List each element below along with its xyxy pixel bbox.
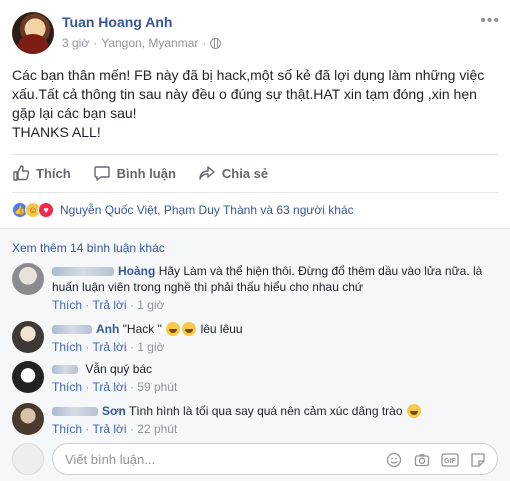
post-time[interactable]: 3 giờ xyxy=(62,36,89,50)
meta-separator: · xyxy=(202,36,207,50)
like-label: Thích xyxy=(36,165,71,181)
share-label: Chia sẻ xyxy=(221,165,269,181)
comment-input[interactable]: Viết bình luận... GIF xyxy=(52,443,498,475)
comment-label: Bình luận xyxy=(116,165,176,181)
meta-separator: · xyxy=(93,36,98,50)
comment-reply-link[interactable]: Trả lời xyxy=(92,422,126,436)
comment-actions: Thích · Trả lời · 59 phút xyxy=(52,379,498,395)
comment-time[interactable]: 1 giờ xyxy=(137,298,164,312)
comment-actions: Thích · Trả lời · 1 giờ xyxy=(52,339,498,355)
blurred-name xyxy=(52,325,92,335)
smile-emoji-icon xyxy=(406,404,421,418)
author-name[interactable]: Tuan Hoang Anh xyxy=(62,14,172,30)
commenter-avatar[interactable] xyxy=(12,321,44,353)
comment-body: Anh "Hack " lêu lêuu Thích · Trả lời · 1… xyxy=(52,321,498,355)
thumbs-up-icon xyxy=(13,165,30,181)
link-separator: · xyxy=(85,422,90,436)
more-options-icon[interactable]: ••• xyxy=(480,12,500,30)
post-text-line: THANKS ALL! xyxy=(12,124,101,140)
comment-like-link[interactable]: Thích xyxy=(52,340,82,354)
comment-like-link[interactable]: Thích xyxy=(52,298,82,312)
author-avatar[interactable] xyxy=(12,12,54,54)
post-text: Các bạn thân mến! FB này đã bị hack,một … xyxy=(12,66,498,142)
post-location[interactable]: Yangon, Myanmar xyxy=(101,36,198,50)
reactors-names[interactable]: Nguyễn Quốc Việt, Phạm Duy Thành và 63 n… xyxy=(60,203,354,217)
commenter-avatar[interactable] xyxy=(12,361,44,393)
comment-input-placeholder: Viết bình luận... xyxy=(65,452,156,467)
commenter-avatar[interactable] xyxy=(12,403,44,435)
share-icon xyxy=(199,166,215,180)
write-comment-row: Viết bình luận... GIF xyxy=(12,443,498,475)
comment-icon xyxy=(93,166,110,181)
divider xyxy=(12,154,498,155)
comment-text: Vẫn quý bác xyxy=(85,362,153,376)
commenter-name[interactable]: Sơn xyxy=(102,404,126,418)
post-header: Tuan Hoang Anh 3 giờ · Yangon, Myanmar ·… xyxy=(12,12,500,54)
commenter-avatar[interactable] xyxy=(12,263,44,295)
link-separator: · xyxy=(129,298,134,312)
gif-icon[interactable]: GIF xyxy=(441,451,459,469)
view-more-comments-link[interactable]: Xem thêm 14 bình luận khác xyxy=(12,241,165,255)
sticker-icon[interactable] xyxy=(469,451,487,469)
current-user-avatar xyxy=(12,443,44,475)
comment-reply-link[interactable]: Trả lời xyxy=(92,298,126,312)
comment-reply-link[interactable]: Trả lời xyxy=(92,340,126,354)
emoji-icon[interactable] xyxy=(385,451,403,469)
comment-body: Sơn Tình hình là tối qua say quá nên cảm… xyxy=(52,403,498,437)
link-separator: · xyxy=(129,340,134,354)
comment-reply-link[interactable]: Trả lời xyxy=(92,380,126,394)
laughing-emoji-icon xyxy=(182,322,197,336)
post-meta: 3 giờ · Yangon, Myanmar · xyxy=(62,36,222,50)
commenter-name[interactable]: Hoàng xyxy=(118,264,155,278)
love-reaction-icon: ♥ xyxy=(38,202,54,218)
divider xyxy=(12,192,498,193)
camera-icon[interactable] xyxy=(413,451,431,469)
comment-actions: Thích · Trả lời · 22 phút xyxy=(52,421,498,437)
commenter-name[interactable]: Anh xyxy=(96,322,119,336)
comment-text: lêu lêuu xyxy=(200,322,243,336)
blurred-name xyxy=(52,365,78,375)
link-separator: · xyxy=(129,422,134,436)
like-button[interactable]: Thích xyxy=(12,164,71,182)
action-bar: Thích Bình luận Chia sẻ xyxy=(12,158,498,188)
comment-text: Hãy Làm và thể hiện thôi. Đừng đổ thêm d… xyxy=(52,264,483,294)
comments-section: Xem thêm 14 bình luận khác Hoàng Hãy Làm… xyxy=(0,228,510,481)
comment-like-link[interactable]: Thích xyxy=(52,422,82,436)
laughing-emoji-icon xyxy=(166,322,181,336)
comment-input-tools: GIF xyxy=(385,451,487,469)
comment-button[interactable]: Bình luận xyxy=(93,164,176,182)
gif-label: GIF xyxy=(444,458,456,465)
link-separator: · xyxy=(85,380,90,394)
comment-time[interactable]: 22 phút xyxy=(137,422,177,436)
post-text-line: Các bạn thân mến! FB này đã bị hack,một … xyxy=(12,67,485,121)
share-button[interactable]: Chia sẻ xyxy=(198,164,268,182)
link-separator: · xyxy=(85,340,90,354)
link-separator: · xyxy=(129,380,134,394)
comment-like-link[interactable]: Thích xyxy=(52,380,82,394)
comment-text: Tình hình là tối qua say quá nên cảm xúc… xyxy=(129,404,403,418)
blurred-name xyxy=(52,407,98,417)
comment-time[interactable]: 59 phút xyxy=(137,380,177,394)
comment-actions: Thích · Trả lời · 1 giờ xyxy=(52,297,498,313)
link-separator: · xyxy=(85,298,90,312)
post-card: Tuan Hoang Anh 3 giờ · Yangon, Myanmar ·… xyxy=(0,0,510,481)
comment-body: Vẫn quý bác Thích · Trả lời · 59 phút xyxy=(52,361,498,395)
blurred-name xyxy=(52,267,114,277)
globe-icon[interactable] xyxy=(210,37,222,49)
comment-time[interactable]: 1 giờ xyxy=(137,340,164,354)
comment-body: Hoàng Hãy Làm và thể hiện thôi. Đừng đổ … xyxy=(52,263,498,313)
reactions-summary[interactable]: 👍 ☺ ♥ Nguyễn Quốc Việt, Phạm Duy Thành v… xyxy=(12,202,354,218)
comment-text: "Hack " xyxy=(122,322,162,336)
